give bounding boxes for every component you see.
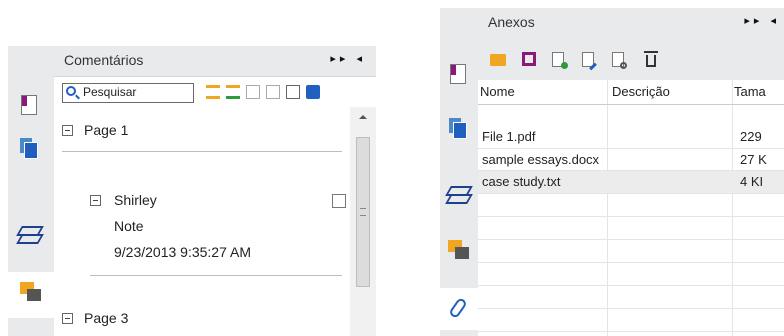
row-divider bbox=[478, 216, 784, 217]
open-folder-icon[interactable] bbox=[490, 54, 506, 66]
attachments-table: Nome Descrição Tama File 1.pdf 229 sampl… bbox=[478, 80, 784, 336]
delete-icon[interactable] bbox=[644, 51, 658, 67]
attachments-tab-active[interactable] bbox=[440, 288, 478, 330]
layers-icon[interactable] bbox=[445, 184, 473, 204]
scroll-thumb[interactable] bbox=[356, 137, 370, 287]
column-header-size[interactable]: Tama bbox=[734, 84, 766, 99]
file-name[interactable]: sample essays.docx bbox=[482, 152, 599, 167]
row-divider bbox=[478, 285, 784, 286]
comments-icon bbox=[20, 282, 42, 304]
next-icon[interactable] bbox=[266, 85, 280, 99]
left-sidebar-rail bbox=[8, 46, 54, 336]
panel-collapse-controls[interactable]: ▸▸ ◂ bbox=[330, 52, 366, 65]
edit-icon[interactable] bbox=[582, 52, 597, 71]
row-divider bbox=[478, 148, 784, 149]
scrollbar[interactable] bbox=[350, 107, 376, 336]
row-divider bbox=[478, 239, 784, 240]
file-name[interactable]: File 1.pdf bbox=[482, 129, 535, 144]
prev-icon[interactable] bbox=[246, 85, 260, 99]
expand-all-icon[interactable] bbox=[206, 85, 220, 99]
comment-expander[interactable] bbox=[90, 195, 101, 206]
comments-list: Page 1 Shirley Note 9/23/2013 9:35:27 AM… bbox=[54, 107, 351, 336]
pages-icon[interactable] bbox=[449, 118, 469, 140]
comments-icon[interactable] bbox=[448, 240, 470, 262]
search-placeholder: Pesquisar bbox=[83, 85, 137, 99]
add-file-icon[interactable] bbox=[552, 52, 568, 69]
comments-toolbar: Pesquisar bbox=[54, 77, 376, 107]
save-icon[interactable] bbox=[522, 52, 536, 66]
row-divider bbox=[478, 262, 784, 263]
file-size: 4 KI bbox=[740, 174, 764, 189]
comment-type: Note bbox=[114, 218, 144, 234]
attachments-header: Anexos ▸▸ ◂ bbox=[478, 8, 784, 38]
collapse-all-icon[interactable] bbox=[226, 85, 240, 99]
page-icon[interactable] bbox=[21, 95, 37, 115]
grip-icon bbox=[360, 208, 366, 216]
comment-checkbox[interactable] bbox=[332, 194, 346, 208]
page-expander[interactable] bbox=[62, 313, 73, 324]
page-label[interactable]: Page 1 bbox=[84, 122, 128, 138]
table-row[interactable] bbox=[478, 104, 784, 128]
divider bbox=[90, 275, 342, 276]
comment-date: 9/23/2013 9:35:27 AM bbox=[114, 244, 251, 260]
sort-icon[interactable] bbox=[286, 85, 300, 99]
search-icon bbox=[66, 86, 76, 96]
page-label[interactable]: Page 3 bbox=[84, 310, 128, 326]
search-input[interactable]: Pesquisar bbox=[62, 83, 194, 103]
row-divider bbox=[478, 331, 784, 332]
comments-panel: Comentários ▸▸ ◂ Pesquisar Page 1 Shirle… bbox=[8, 46, 376, 336]
settings-file-icon[interactable] bbox=[612, 52, 627, 69]
column-header-description[interactable]: Descrição bbox=[612, 84, 670, 99]
divider bbox=[62, 151, 342, 152]
layers-icon[interactable] bbox=[16, 224, 44, 244]
scroll-up-arrow[interactable] bbox=[359, 115, 367, 119]
page-icon[interactable] bbox=[450, 64, 466, 84]
file-size: 229 bbox=[740, 129, 762, 144]
file-size: 27 K bbox=[740, 152, 767, 167]
panel-title: Comentários bbox=[64, 52, 144, 68]
column-header-name[interactable]: Nome bbox=[480, 84, 515, 99]
comments-tab-active[interactable] bbox=[8, 272, 54, 318]
attachment-icon bbox=[448, 296, 468, 320]
page-expander[interactable] bbox=[62, 125, 73, 136]
comment-author[interactable]: Shirley bbox=[114, 192, 157, 208]
panel-collapse-controls[interactable]: ▸▸ ◂ bbox=[744, 14, 780, 27]
row-divider bbox=[478, 193, 784, 194]
panel-title: Anexos bbox=[488, 14, 535, 30]
comment-bubble-icon[interactable] bbox=[306, 85, 320, 99]
row-divider bbox=[478, 308, 784, 309]
attachments-toolbar bbox=[478, 38, 784, 80]
right-sidebar-rail bbox=[440, 8, 478, 336]
file-name[interactable]: case study.txt bbox=[482, 174, 561, 189]
comments-header: Comentários ▸▸ ◂ bbox=[54, 46, 376, 77]
attachments-panel: Anexos ▸▸ ◂ Nome Descrição Tama File 1.p… bbox=[440, 8, 784, 336]
pages-icon[interactable] bbox=[20, 138, 40, 160]
